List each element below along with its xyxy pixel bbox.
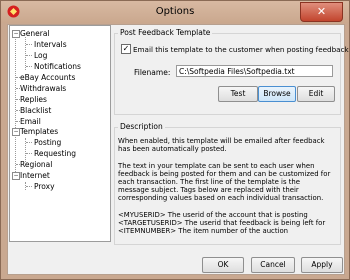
description-text: When enabled, this template will be emai… [118,137,331,236]
filename-label: Filename: [134,68,171,77]
tree-expander-internet[interactable]: − [12,172,20,180]
tree-item-blacklist[interactable]: Blacklist [20,106,51,115]
test-button[interactable]: Test [218,86,258,102]
post-feedback-template-title: Post Feedback Template [118,28,213,37]
tree-item-ebay-accounts[interactable]: eBay Accounts [20,73,75,82]
tree-item-posting[interactable]: Posting [34,138,61,147]
close-button[interactable]: ✕ [300,2,343,22]
edit-button[interactable]: Edit [297,86,335,102]
title-bar[interactable]: Options ✕ [1,1,349,23]
options-tree[interactable]: − General Intervals Log Notifications eB… [9,25,111,242]
cancel-button[interactable]: Cancel [251,257,295,273]
tree-item-email[interactable]: Email [20,117,41,126]
tree-item-regional[interactable]: Regional [20,160,52,169]
tree-item-internet[interactable]: Internet [20,171,50,180]
tree-item-general[interactable]: General [20,29,50,38]
tree-expander-general[interactable]: − [12,30,20,38]
tree-item-intervals[interactable]: Intervals [34,40,67,49]
browse-button[interactable]: Browse [258,86,296,102]
description-title: Description [118,122,165,131]
tree-item-proxy[interactable]: Proxy [34,182,55,191]
apply-button[interactable]: Apply [301,257,343,273]
filename-field[interactable]: C:\Softpedia Files\Softpedia.txt [176,65,333,77]
tree-expander-templates[interactable]: − [12,128,20,136]
tree-item-replies[interactable]: Replies [20,95,47,104]
tree-item-notifications[interactable]: Notifications [34,62,81,71]
ok-button[interactable]: OK [202,257,244,273]
tree-line [15,36,16,176]
tree-item-withdrawals[interactable]: Withdrawals [20,84,66,93]
tree-item-log[interactable]: Log [34,51,47,60]
window-title: Options [155,6,195,17]
tree-item-requesting[interactable]: Requesting [34,149,76,158]
email-template-checkbox-label[interactable]: Email this template to the customer when… [133,45,349,54]
tree-item-templates[interactable]: Templates [20,127,58,136]
email-template-checkbox[interactable]: ✓ [121,44,131,54]
